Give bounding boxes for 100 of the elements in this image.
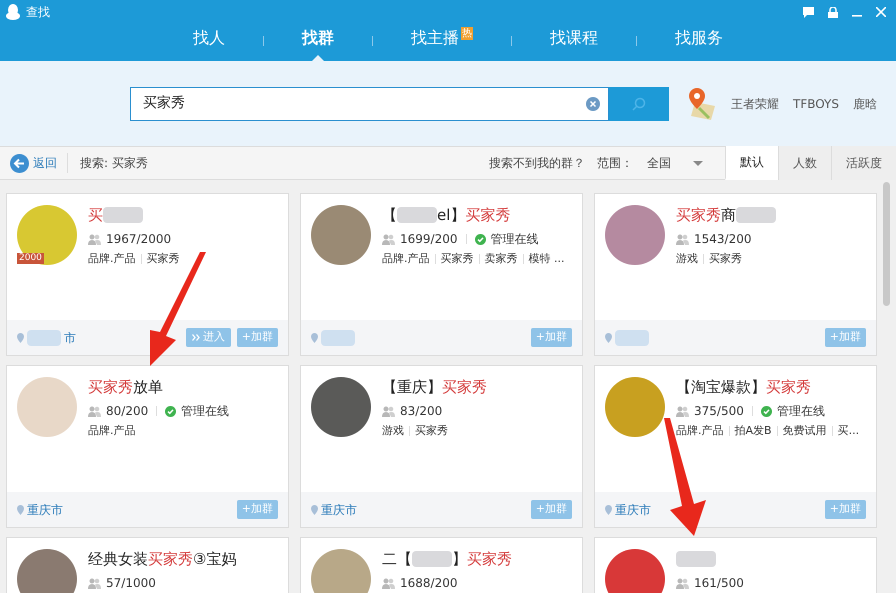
feedback-icon[interactable] <box>803 6 814 18</box>
location-pin-icon <box>605 504 612 514</box>
people-icon <box>382 578 395 588</box>
hot-search-link[interactable]: 王者荣耀 <box>731 94 779 112</box>
group-card[interactable]: 161/500 <box>594 537 877 593</box>
title-text: el】 <box>437 204 466 226</box>
close-icon[interactable] <box>876 7 886 17</box>
tag-text: 买... <box>838 423 860 439</box>
location-text[interactable]: 市 <box>64 328 76 346</box>
member-count: 161/500 <box>694 575 744 592</box>
title-text: 二【 <box>382 548 412 570</box>
people-icon <box>382 406 395 416</box>
group-card[interactable]: 【淘宝爆款】买家秀 375/500 管理在线 品牌.产品 拍A发B 免费试用 买... 重庆市 +加群 <box>594 365 877 528</box>
tag-text: 买家秀 <box>440 251 474 267</box>
tag-text: 品牌.产品 <box>382 251 430 267</box>
member-count: 57/1000 <box>106 575 156 592</box>
location-text[interactable]: 重庆市 <box>321 500 357 518</box>
people-icon <box>88 234 101 244</box>
hot-search-link[interactable]: TFBOYS <box>793 94 839 112</box>
caret-icon <box>693 160 703 166</box>
double-chevron-icon <box>192 334 200 341</box>
member-count: 1688/200 <box>400 575 458 592</box>
group-card[interactable]: 【重庆】买家秀 83/200 游戏 买家秀 重庆市 +加群 <box>300 365 583 528</box>
people-icon <box>676 578 689 588</box>
tag-text: 品牌.产品 <box>676 423 724 439</box>
location-text[interactable]: 重庆市 <box>615 500 651 518</box>
scrollbar-thumb[interactable] <box>883 182 890 306</box>
member-count: 80/200 <box>106 403 148 420</box>
tag-text: 买家秀 <box>146 251 180 267</box>
admin-online-text: 管理在线 <box>490 231 538 248</box>
back-button[interactable]: 返回 <box>0 147 67 179</box>
group-card[interactable]: 经典女装买家秀③宝妈 57/1000 <box>6 537 289 593</box>
title-match-text: 买家秀 <box>676 204 721 226</box>
sort-tab[interactable]: 默认 <box>725 146 778 180</box>
people-icon <box>88 578 101 588</box>
member-count: 1543/200 <box>694 231 752 248</box>
blurred-text <box>103 207 143 223</box>
group-card[interactable]: 买家秀商 1543/200 游戏 买家秀 +加群 <box>594 193 877 356</box>
title-text: 【重庆】 <box>382 376 442 398</box>
clear-icon[interactable] <box>586 96 600 110</box>
sort-tab[interactable]: 活跃度 <box>831 146 896 180</box>
avatar-placeholder <box>17 549 77 593</box>
member-count: 375/500 <box>694 403 744 420</box>
title-text: 商 <box>721 204 736 226</box>
tag-text: 模特 ... <box>528 251 564 267</box>
tag-text: 免费试用 <box>782 423 827 439</box>
sort-tab[interactable]: 人数 <box>778 146 831 180</box>
window-title: 查找 <box>26 4 50 21</box>
title-match-text: 买家秀 <box>442 376 487 398</box>
location-pin-icon <box>311 332 318 342</box>
admin-online-text: 管理在线 <box>181 403 230 420</box>
blurred-text <box>676 551 716 567</box>
blurred-text <box>27 330 61 346</box>
title-match-text: 买家秀 <box>467 548 512 570</box>
map-pin-icon[interactable] <box>687 88 717 120</box>
people-icon <box>676 234 689 244</box>
title-text: 【淘宝爆款】 <box>676 376 766 398</box>
tag-text: 买家秀 <box>709 251 742 267</box>
title-text: 放单 <box>133 376 163 398</box>
scope-label: 范围： <box>597 155 633 172</box>
group-card[interactable]: 2000 买 1967/2000 品牌.产品 买家秀 市 进入 +加群 <box>6 193 289 356</box>
people-icon <box>88 406 101 416</box>
lock-icon[interactable] <box>828 6 838 18</box>
location-pin-icon <box>17 332 24 342</box>
people-icon <box>676 406 689 416</box>
admin-online-text: 管理在线 <box>776 403 825 420</box>
location-pin-icon <box>605 332 612 342</box>
title-match-text: 买家秀 <box>88 376 133 398</box>
title-text: 】 <box>452 548 467 570</box>
tag-text: 游戏 <box>382 423 404 439</box>
tag-text: 品牌.产品 <box>88 423 136 439</box>
title-match-text: 买 <box>88 204 103 226</box>
member-count: 1967/2000 <box>106 231 172 248</box>
search-field[interactable]: 买家秀 <box>130 86 609 120</box>
blurred-text <box>321 330 355 346</box>
title-match-text: 买家秀 <box>148 548 193 570</box>
check-icon <box>165 406 176 416</box>
title-text: 经典女装 <box>88 548 148 570</box>
tag-text: 品牌.产品 <box>88 251 136 267</box>
tag-text: 游戏 <box>676 251 698 267</box>
check-icon <box>760 406 772 416</box>
tag-text: 拍A发B <box>734 423 772 439</box>
blurred-text <box>397 207 437 223</box>
title-match-text: 买家秀 <box>766 376 811 398</box>
group-card[interactable]: 二【 】买家秀 1688/200 <box>300 537 583 593</box>
member-count: 83/200 <box>400 403 442 420</box>
search-summary: 搜索: 买家秀 <box>80 155 148 172</box>
help-link[interactable]: 搜索不到我的群？ <box>489 154 585 172</box>
location-text[interactable]: 重庆市 <box>27 500 63 518</box>
blurred-text <box>412 551 452 567</box>
location-pin-icon <box>17 504 24 514</box>
group-card[interactable]: 【 el】买家秀 1699/200 管理在线 品牌.产品 买家秀 卖家秀 模特 ... +加群 <box>300 193 583 356</box>
group-card[interactable]: 买家秀放单 80/200 管理在线 品牌.产品 重庆市 +加群 <box>6 365 289 528</box>
tag-text: 卖家秀 <box>484 251 518 267</box>
hot-search-link[interactable]: 鹿晗 <box>853 94 877 112</box>
penguin-logo-icon <box>6 4 20 20</box>
search-value: 买家秀 <box>143 94 186 113</box>
title-text: 【 <box>382 204 397 226</box>
scope-dropdown[interactable]: 全国 <box>647 154 725 172</box>
blurred-text <box>615 330 649 346</box>
